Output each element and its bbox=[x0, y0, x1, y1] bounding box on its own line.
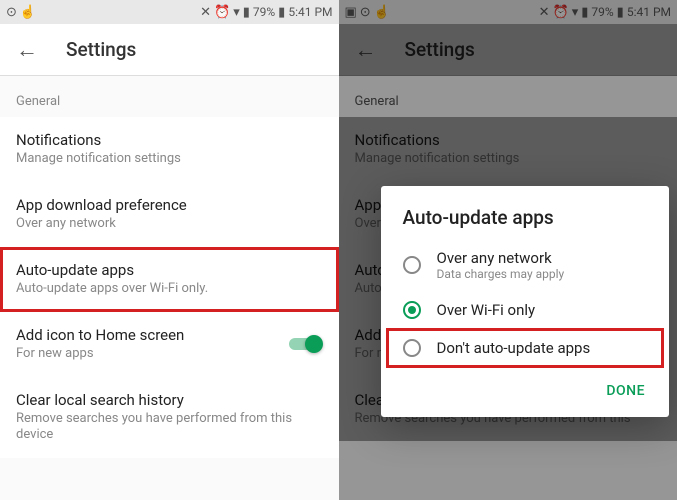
item-clear-history[interactable]: Clear local search history Remove search… bbox=[0, 377, 339, 459]
radio-dont-update[interactable]: Don't auto-update apps bbox=[387, 329, 664, 367]
status-bar: ▣ ⊙ ☝ ✕ ⏰ ▾ ▮ 79% ▮ 5:41 PM bbox=[339, 0, 677, 24]
app-icon: ☝ bbox=[20, 5, 36, 20]
wifi-icon: ▾ bbox=[572, 5, 579, 20]
section-general: General bbox=[0, 76, 339, 117]
badge-icon: ⊙ bbox=[6, 5, 17, 20]
time-text: 5:41 PM bbox=[627, 5, 671, 19]
app-icon: ☝ bbox=[374, 5, 390, 20]
screen-left: ⊙ ☝ ✕ ⏰ ▾ ▮ 79% ▮ 5:41 PM ← Settings Gen… bbox=[0, 0, 339, 500]
radio-icon bbox=[403, 256, 421, 274]
item-title: Auto-update apps bbox=[16, 261, 323, 279]
badge-icon: ⊙ bbox=[360, 5, 371, 20]
back-icon[interactable]: ← bbox=[16, 37, 38, 63]
gallery-icon: ▣ bbox=[345, 5, 357, 20]
radio-icon bbox=[403, 301, 421, 319]
screen-right: ▣ ⊙ ☝ ✕ ⏰ ▾ ▮ 79% ▮ 5:41 PM ← Settings G… bbox=[339, 0, 677, 500]
radio-label: Over any network bbox=[437, 249, 565, 267]
battery-icon: ▮ bbox=[278, 5, 285, 20]
item-sub: Auto-update apps over Wi-Fi only. bbox=[16, 281, 323, 298]
radio-sub: Data charges may apply bbox=[437, 267, 565, 281]
battery-text: 79% bbox=[591, 5, 613, 19]
item-title: Add icon to Home screen bbox=[16, 326, 184, 344]
status-bar: ⊙ ☝ ✕ ⏰ ▾ ▮ 79% ▮ 5:41 PM bbox=[0, 0, 339, 24]
time-text: 5:41 PM bbox=[288, 5, 332, 19]
radio-wifi-only[interactable]: Over Wi-Fi only bbox=[381, 291, 670, 329]
signal-icon: ▮ bbox=[243, 5, 250, 20]
radio-any-network[interactable]: Over any network Data charges may apply bbox=[381, 239, 670, 291]
vibrate-icon: ✕ bbox=[539, 5, 550, 20]
item-add-icon[interactable]: Add icon to Home screen For new apps bbox=[0, 312, 339, 377]
signal-icon: ▮ bbox=[581, 5, 588, 20]
dialog-actions: DONE bbox=[381, 367, 670, 409]
alarm-icon: ⏰ bbox=[214, 5, 230, 20]
wifi-icon: ▾ bbox=[233, 5, 240, 20]
dialog-title: Auto-update apps bbox=[381, 206, 670, 239]
alarm-icon: ⏰ bbox=[553, 5, 569, 20]
item-notifications[interactable]: Notifications Manage notification settin… bbox=[0, 117, 339, 182]
done-button[interactable]: DONE bbox=[598, 377, 653, 405]
dialog-auto-update: Auto-update apps Over any network Data c… bbox=[381, 186, 670, 417]
battery-text: 79% bbox=[253, 5, 275, 19]
item-title: Notifications bbox=[16, 131, 323, 149]
item-sub: Remove searches you have performed from … bbox=[16, 411, 323, 445]
item-sub: For new apps bbox=[16, 346, 184, 363]
toggle-add-icon[interactable] bbox=[289, 335, 323, 353]
battery-icon: ▮ bbox=[617, 5, 624, 20]
item-title: Clear local search history bbox=[16, 391, 323, 409]
item-sub: Over any network bbox=[16, 216, 323, 233]
item-auto-update[interactable]: Auto-update apps Auto-update apps over W… bbox=[0, 247, 339, 312]
item-title: App download preference bbox=[16, 196, 323, 214]
radio-icon bbox=[403, 339, 421, 357]
radio-label: Don't auto-update apps bbox=[437, 339, 591, 357]
item-sub: Manage notification settings bbox=[16, 151, 323, 168]
vibrate-icon: ✕ bbox=[200, 5, 211, 20]
page-title: Settings bbox=[66, 38, 136, 61]
app-bar: ← Settings bbox=[0, 24, 339, 76]
radio-label: Over Wi-Fi only bbox=[437, 301, 536, 319]
item-download-pref[interactable]: App download preference Over any network bbox=[0, 182, 339, 247]
